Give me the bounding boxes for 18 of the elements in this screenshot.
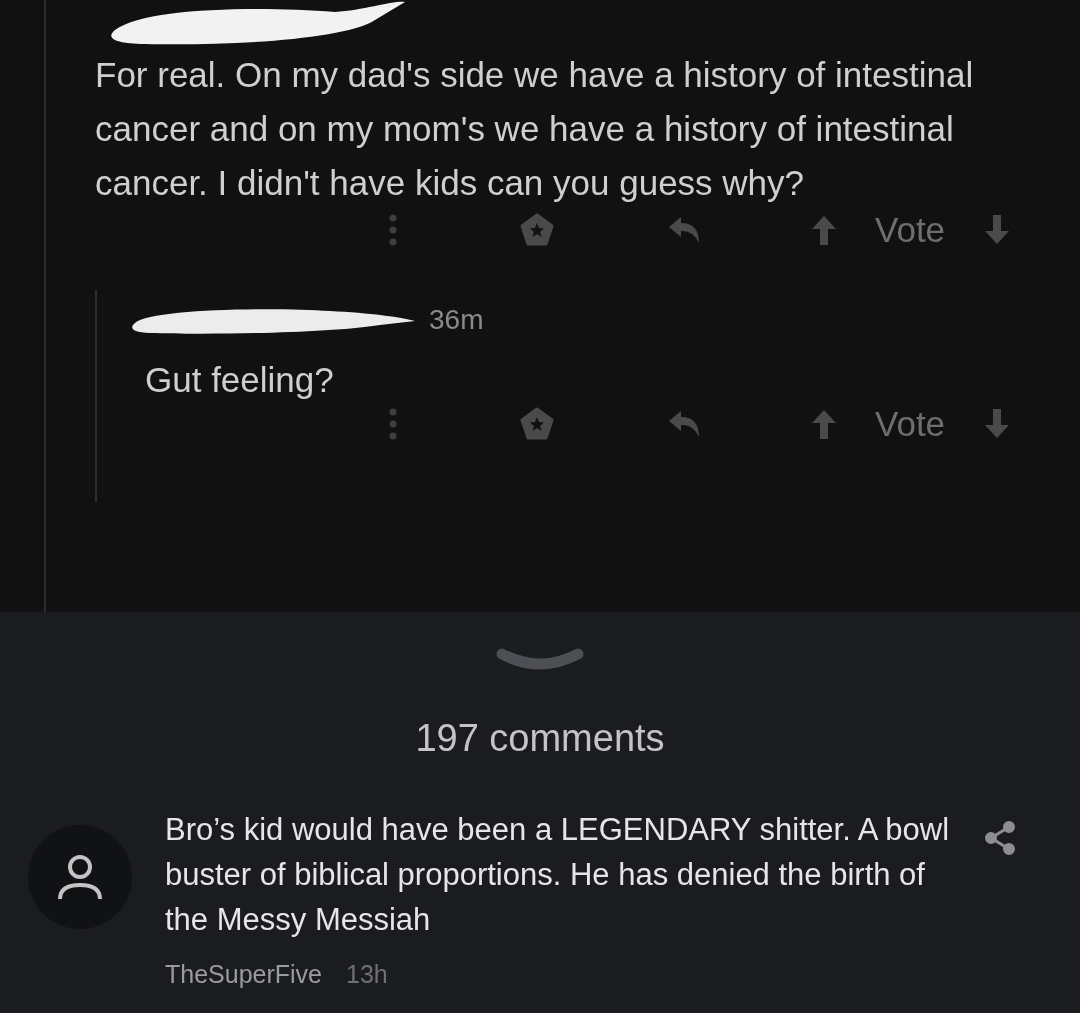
upvote-icon[interactable] xyxy=(812,409,836,439)
vote-label: Vote xyxy=(875,208,946,251)
comment-time: 13h xyxy=(346,959,388,990)
share-icon[interactable] xyxy=(985,821,1015,855)
comment-text: For real. On my dad's side we have a history of intestinal cancer and on my mom's we have a history of intestinal cancer. I didn't have kids can you guess why? xyxy=(95,54,975,204)
more-icon[interactable] xyxy=(388,407,398,441)
comment-text: Gut feeling? xyxy=(145,359,335,401)
vote-label: Vote xyxy=(875,402,946,445)
comment-time: 36m xyxy=(429,303,484,337)
comments-count: 197 comments xyxy=(415,716,665,761)
more-icon[interactable] xyxy=(388,213,398,247)
downvote-icon[interactable] xyxy=(985,409,1010,439)
award-icon[interactable] xyxy=(520,213,554,247)
comment-text: Bro’s kid would have been a LEGENDARY shitter. A bowl buster of biblical proportions. He has denied the birth of the Messy Messiah xyxy=(165,811,951,939)
downvote-icon[interactable] xyxy=(985,215,1010,245)
award-icon[interactable] xyxy=(520,407,554,441)
upvote-icon[interactable] xyxy=(812,215,836,245)
username[interactable]: TheSuperFive xyxy=(165,956,323,994)
